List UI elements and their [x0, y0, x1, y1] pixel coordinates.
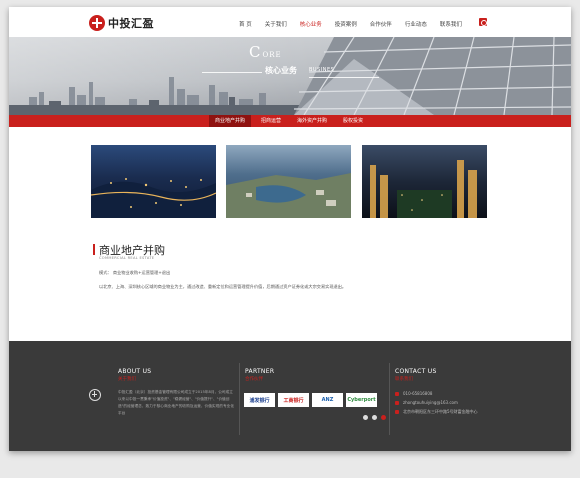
carousel-dot-1[interactable] [363, 415, 368, 420]
nav-item-contact[interactable]: 联系我们 [440, 20, 462, 28]
banner-title-en: CORE [249, 43, 282, 61]
nav-item-business[interactable]: 核心业务 [300, 20, 322, 28]
site-header: 中投汇盈 首 页 关于我们 核心业务 投资案例 合作伙伴 行业动态 联系我们 [9, 7, 571, 37]
section-subtitle: COMMERCIAL REAL ESTATE [99, 256, 155, 260]
harbor-photo [226, 173, 351, 218]
partner-logos: 浦发银行 工商银行 ANZ Cyberport [244, 393, 377, 407]
logo-text: 中投汇盈 [108, 17, 154, 30]
footer-contact-title: CONTACT US [395, 368, 437, 375]
carousel-dot-3[interactable] [381, 415, 386, 420]
nav-item-about[interactable]: 关于我们 [265, 20, 287, 28]
footer-about-text: 中投汇盈（北京）投资基金管理有限公司成立于2015年8月，公司成立以来以中投一贯… [118, 390, 235, 415]
section-model-text: 模式： 商业物业收购+运营管理+退出 [99, 270, 171, 275]
project-image-skyscrapers[interactable] [362, 145, 487, 218]
footer-partner-subtitle: 合作伙伴 [245, 377, 263, 382]
main-nav: 首 页 关于我们 核心业务 投资案例 合作伙伴 行业动态 联系我们 [239, 20, 475, 28]
building-facade-graphic [294, 37, 571, 115]
section-description: 以北京、上海、深圳核心区域的商业物业为主，通过改造、重新定位和运营管理提升价值，… [99, 284, 347, 289]
contact-address: 北京市朝阳区东三环中路5号财富金融中心 [395, 409, 478, 415]
footer-logo-icon[interactable] [89, 389, 101, 401]
nav-item-news[interactable]: 行业动态 [405, 20, 427, 28]
section-title-bar [93, 244, 95, 255]
partner-logo-spdb[interactable]: 浦发银行 [244, 393, 275, 407]
hero-banner: CORE 核心业务 BUSINES [9, 37, 571, 115]
contact-email-text: zhongtouhuiying@163.com [403, 400, 458, 405]
subnav-leasing-operation[interactable]: 招商运营 [255, 115, 287, 127]
contact-phone: 010-65816808 [395, 391, 432, 396]
location-icon [395, 410, 399, 414]
night-city-photo [91, 178, 216, 218]
project-gallery [91, 145, 488, 218]
site-logo[interactable]: 中投汇盈 [89, 15, 154, 31]
partner-logo-cyberport[interactable]: Cyberport [346, 393, 377, 407]
phone-icon [395, 391, 399, 396]
site-footer: ABOUT US 关于我们 中投汇盈（北京）投资基金管理有限公司成立于2015年… [9, 341, 571, 451]
subnav-commercial-real-estate[interactable]: 商业地产并购 [209, 115, 252, 127]
mail-icon [395, 400, 399, 405]
subnav-overseas-assets[interactable]: 海外资产并购 [291, 115, 333, 127]
banner-title-cn: 核心业务 [265, 66, 297, 75]
footer-about-title: ABOUT US [118, 368, 152, 375]
nav-item-partners[interactable]: 合作伙伴 [370, 20, 392, 28]
project-image-night-city[interactable] [91, 145, 216, 218]
business-subnav: 商业地产并购 招商运营 海外资产并购 股权投资 [9, 115, 571, 127]
contact-email[interactable]: zhongtouhuiying@163.com [395, 400, 458, 405]
skyscraper-photo [370, 160, 477, 218]
partner-carousel-dots [363, 415, 386, 420]
logo-mark-icon [89, 15, 105, 31]
contact-address-text: 北京市朝阳区东三环中路5号财富金融中心 [403, 409, 478, 414]
footer-partner-title: PARTNER [245, 368, 275, 375]
banner-decor-line [202, 72, 262, 73]
carousel-dot-2[interactable] [372, 415, 377, 420]
browser-frame: 中投汇盈 首 页 关于我们 核心业务 投资案例 合作伙伴 行业动态 联系我们 C… [9, 7, 571, 451]
contact-phone-text: 010-65816808 [403, 391, 433, 396]
footer-divider [239, 363, 240, 435]
nav-item-home[interactable]: 首 页 [239, 20, 252, 28]
partner-logo-anz[interactable]: ANZ [312, 393, 343, 407]
partner-logo-icbc[interactable]: 工商银行 [278, 393, 309, 407]
footer-about-subtitle: 关于我们 [118, 377, 136, 382]
project-image-harbor[interactable] [226, 145, 351, 218]
banner-subtitle: BUSINES [309, 67, 335, 73]
language-flag-icon[interactable] [479, 18, 487, 26]
nav-item-cases[interactable]: 投资案例 [335, 20, 357, 28]
footer-contact-subtitle: 联系我们 [395, 377, 413, 382]
banner-decor-line [309, 77, 379, 78]
footer-divider [389, 363, 390, 435]
subnav-equity-investment[interactable]: 股权投资 [337, 115, 369, 127]
